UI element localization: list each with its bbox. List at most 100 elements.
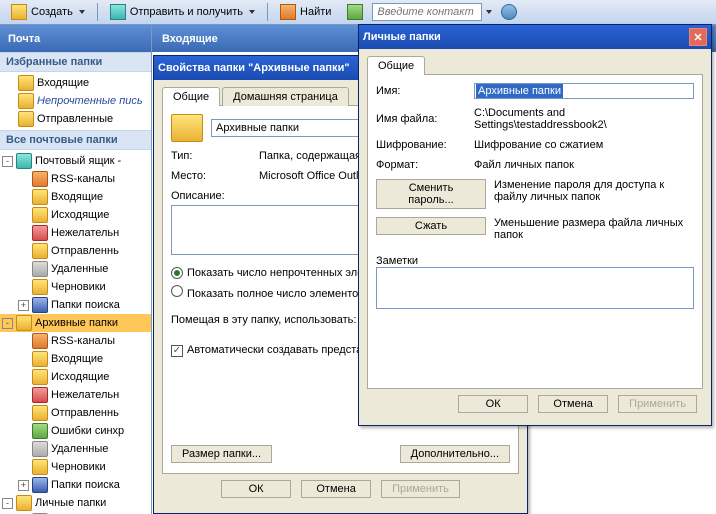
notes-label: Заметки [376, 255, 694, 267]
chevron-down-icon [79, 10, 85, 14]
change-password-desc: Изменение пароля для доступа к файлу лич… [494, 179, 694, 203]
type-label: Тип: [171, 150, 251, 162]
tree-item[interactable]: Отправленнь [0, 242, 151, 260]
expand-icon[interactable]: + [18, 300, 29, 311]
folder-size-button[interactable]: Размер папки... [171, 445, 272, 463]
all-folders-header[interactable]: Все почтовые папки [0, 130, 151, 150]
cancel-button[interactable]: Отмена [301, 480, 371, 498]
apply-button[interactable]: Применить [618, 395, 697, 413]
tree-item[interactable]: +Папки поиска [0, 476, 151, 494]
compress-desc: Уменьшение размера файла личных папок [494, 217, 694, 241]
name-label: Имя: [376, 85, 466, 97]
close-icon[interactable]: ✕ [689, 28, 707, 46]
folder-label: Удаленные [51, 263, 108, 275]
folder-icon [32, 351, 48, 367]
tree-item[interactable]: +Папки поиска [0, 296, 151, 314]
folder-label: RSS-каналы [51, 335, 115, 347]
book-icon [347, 4, 363, 20]
tree-item[interactable]: Удаленные [0, 260, 151, 278]
tree-item[interactable]: - Почтовый ящик - [0, 152, 151, 170]
advanced-button[interactable]: Дополнительно... [400, 445, 510, 463]
ok-button[interactable]: ОК [221, 480, 291, 498]
place-label: Место: [171, 170, 251, 182]
tab-general[interactable]: Общие [162, 87, 220, 106]
tree-item[interactable]: Нежелательн [0, 386, 151, 404]
folder-label: Исходящие [51, 371, 109, 383]
folder-label: Исходящие [51, 209, 109, 221]
find-button[interactable]: Найти [273, 1, 338, 23]
apply-button[interactable]: Применить [381, 480, 460, 498]
tree-item[interactable]: Исходящие [0, 206, 151, 224]
folder-icon [32, 189, 48, 205]
help-button[interactable] [494, 1, 524, 23]
compress-button[interactable]: Сжать [376, 217, 486, 235]
favorites-header[interactable]: Избранные папки [0, 52, 151, 72]
notes-input[interactable] [376, 267, 694, 309]
folder-icon [32, 225, 48, 241]
separator [97, 3, 98, 21]
tree-item[interactable]: RSS-каналы [0, 170, 151, 188]
tree-item[interactable]: Ошибки синхр [0, 422, 151, 440]
personal-folders-dialog: Личные папки ✕ Общие Имя: Архивные папки… [358, 24, 712, 426]
ok-button[interactable]: ОК [458, 395, 528, 413]
tree-item[interactable]: RSS-каналы [0, 332, 151, 350]
dialog-title: Свойства папки "Архивные папки" [158, 62, 350, 74]
separator [267, 3, 268, 21]
folder-label: Черновики [51, 281, 106, 293]
tab-homepage[interactable]: Домашняя страница [222, 87, 349, 106]
folder-icon [32, 261, 48, 277]
expand-icon[interactable]: - [2, 498, 13, 509]
favorite-item[interactable]: Непрочтенные пись [0, 92, 151, 110]
favorite-item[interactable]: Входящие [0, 74, 151, 92]
folder-icon [16, 153, 32, 169]
tree-item[interactable]: Входящие [0, 350, 151, 368]
filename-label: Имя файла: [376, 113, 466, 125]
folder-icon [171, 114, 203, 142]
chevron-down-icon[interactable] [486, 10, 492, 14]
folder-icon [16, 315, 32, 331]
create-label: Создать [31, 6, 73, 18]
folder-label: RSS-каналы [51, 173, 115, 185]
dialog-titlebar[interactable]: Личные папки ✕ [359, 25, 711, 49]
favorite-item[interactable]: Отправленные [0, 110, 151, 128]
tree-item[interactable]: Удаленные [0, 440, 151, 458]
folder-icon [32, 243, 48, 259]
tab-general[interactable]: Общие [367, 56, 425, 75]
folder-icon [32, 441, 48, 457]
main-toolbar: Создать Отправить и получить Найти [0, 0, 716, 25]
folder-label: Входящие [51, 353, 103, 365]
folder-icon [16, 495, 32, 511]
expand-icon[interactable]: - [2, 318, 13, 329]
tree-item[interactable]: Нежелательн [0, 224, 151, 242]
create-button[interactable]: Создать [4, 1, 92, 23]
folder-label: Архивные папки [35, 317, 118, 329]
tree-item[interactable]: Черновики [0, 278, 151, 296]
tree-item[interactable]: Черновики [0, 458, 151, 476]
addressbook-button[interactable] [340, 1, 370, 23]
folder-label: Личные папки [35, 497, 106, 509]
tree-item[interactable]: Отправленнь [0, 404, 151, 422]
contact-input[interactable] [372, 3, 482, 21]
folder-icon [32, 369, 48, 385]
cancel-button[interactable]: Отмена [538, 395, 608, 413]
folder-icon [32, 387, 48, 403]
tree-item[interactable]: - Архивные папки [0, 314, 151, 332]
change-password-button[interactable]: Сменить пароль... [376, 179, 486, 209]
folder-icon [32, 405, 48, 421]
folder-label: Почтовый ящик - [35, 155, 121, 167]
tree-item[interactable]: Входящие [0, 188, 151, 206]
tree-item[interactable]: Исходящие [0, 368, 151, 386]
folder-icon [32, 207, 48, 223]
expand-icon[interactable]: + [18, 480, 29, 491]
name-value[interactable]: Архивные папки [476, 84, 563, 98]
send-receive-button[interactable]: Отправить и получить [103, 1, 262, 23]
tree-item[interactable]: - Личные папки [0, 494, 151, 512]
folder-label: Удаленные [51, 443, 108, 455]
expand-icon[interactable]: - [2, 156, 13, 167]
folder-icon [32, 297, 48, 313]
format-value: Файл личных папок [474, 159, 574, 171]
filename-value: C:\Documents and Settings\testaddressboo… [474, 107, 694, 131]
chevron-down-icon [249, 10, 255, 14]
mail-header: Почта [0, 25, 151, 52]
folder-label: Нежелательн [51, 227, 119, 239]
